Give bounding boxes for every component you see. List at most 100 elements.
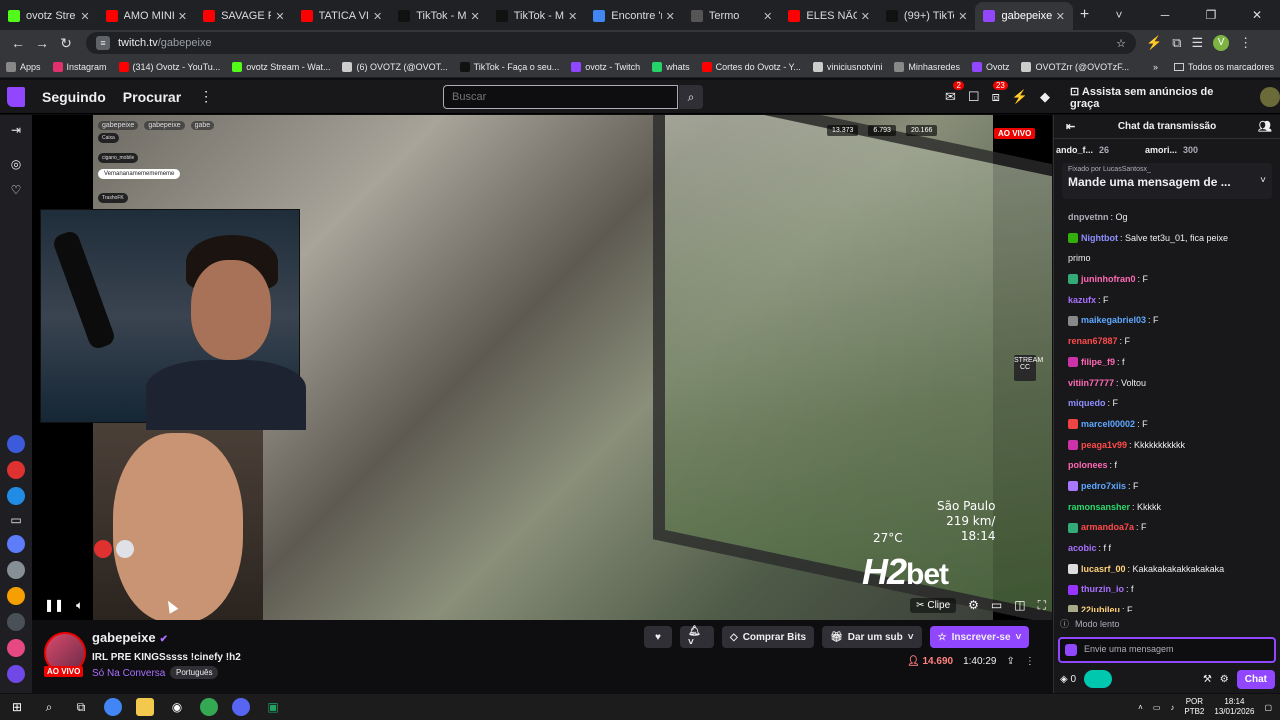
obs-icon[interactable]: ◉	[168, 698, 186, 716]
leaderboard[interactable]: ando_f... 26 amori... 300	[1054, 139, 1280, 161]
share-icon[interactable]: ⇪	[1006, 656, 1014, 667]
volume-icon[interactable]: 🔈︎	[76, 598, 83, 613]
followed-channel-avatar[interactable]	[7, 435, 25, 453]
subscribe-button[interactable]: ☆ Inscrever-se ˅	[929, 626, 1030, 648]
chat-message[interactable]: pedro7xiis: F	[1068, 476, 1275, 497]
bookmark-item[interactable]: (6) OVOTZ (@OVOT...	[342, 61, 448, 72]
close-icon[interactable]: ✕	[861, 10, 870, 23]
stream-category[interactable]: Só Na Conversa	[92, 668, 165, 679]
chrome-icon[interactable]	[200, 698, 218, 716]
excel-icon[interactable]: ▣	[264, 698, 282, 716]
volume-icon[interactable]: ♪	[1170, 703, 1174, 712]
bookmark-item[interactable]: whats	[652, 61, 690, 72]
chat-message[interactable]: filipe_f9: f	[1068, 352, 1275, 373]
collapse-chat-icon[interactable]: ⇤	[1066, 120, 1075, 133]
chat-username[interactable]: armandoa7a	[1081, 517, 1134, 538]
bookmark-item[interactable]: TikTok - Faça o seu...	[459, 61, 559, 72]
close-icon[interactable]: ✕	[373, 10, 382, 23]
channel-points-icon[interactable]: ◈ 0	[1060, 674, 1076, 685]
chrome-icon[interactable]	[104, 698, 122, 716]
windows-start-icon[interactable]: ⊞	[8, 698, 26, 716]
chat-username[interactable]: polonees	[1068, 455, 1108, 476]
bookmark-item[interactable]: OVOTZrr (@OVOTzF...	[1021, 61, 1129, 72]
close-icon[interactable]: ✕	[568, 10, 577, 23]
extension-icon[interactable]: ⚡	[1012, 89, 1028, 105]
chat-message[interactable]: renan67887: F	[1068, 331, 1275, 352]
browser-tab[interactable]: TikTok - Make✕	[488, 2, 586, 30]
mod-icon[interactable]: ⚒	[1203, 674, 1212, 685]
browser-tab[interactable]: Encontre 'rapa ✕	[585, 2, 683, 30]
recommended-icon[interactable]: ◎	[8, 157, 24, 173]
followed-heart-icon[interactable]: ♡	[8, 183, 24, 199]
browser-tab[interactable]: TikTok - Make✕	[390, 2, 488, 30]
followed-channel-avatar[interactable]	[7, 535, 25, 553]
emote-picker-icon[interactable]	[1065, 644, 1077, 656]
chat-username[interactable]: pedro7xiis	[1081, 476, 1126, 497]
captions-button[interactable]: STREAM CC	[1014, 355, 1043, 381]
gift-sub-button[interactable]: 🎁︎ Dar um sub ˅	[822, 626, 922, 648]
bookmark-item[interactable]: Apps	[6, 61, 41, 72]
address-bar[interactable]: ≡ twitch.tv/gabepeixe ☆	[86, 32, 1136, 54]
close-icon[interactable]: ✕	[763, 10, 772, 23]
chat-message[interactable]: vitiin77777: Voltou	[1068, 373, 1275, 394]
inbox-icon[interactable]: ✉ 2	[945, 81, 964, 105]
search-input[interactable]	[443, 85, 678, 109]
file-explorer-icon[interactable]	[136, 698, 154, 716]
site-info-icon[interactable]: ≡	[96, 36, 110, 50]
network-icon[interactable]: ▭	[1153, 703, 1161, 712]
bookmark-item[interactable]: Cortes do Ovotz - Y...	[701, 61, 801, 72]
browser-tab[interactable]: ovotz Stream ✕	[0, 2, 98, 30]
clock[interactable]: 18:14 13/01/2026	[1214, 697, 1254, 717]
chat-message[interactable]: kazufx: F	[1068, 290, 1275, 311]
video-player[interactable]: gabepeixe gabepeixe gabe Caixa cigano_mo…	[32, 115, 1052, 620]
pinned-message[interactable]: Fixado por LucasSantosx_ Mande uma mensa…	[1062, 163, 1272, 199]
profile-avatar[interactable]: V	[1213, 35, 1230, 51]
followed-channel-avatar[interactable]	[7, 461, 25, 479]
chat-username[interactable]: acobic	[1068, 538, 1097, 559]
twitch-logo-icon[interactable]	[7, 86, 25, 107]
pip-icon[interactable]: ◫	[1014, 598, 1025, 612]
chat-message[interactable]: juninhofran0: F	[1068, 269, 1275, 290]
chat-username[interactable]: Nightbot	[1081, 228, 1118, 249]
notifications-icon[interactable]: ⧈ 23	[992, 81, 1008, 105]
all-bookmarks[interactable]: Todos os marcadores	[1188, 62, 1274, 72]
nav-browse[interactable]: Procurar	[123, 89, 181, 105]
notification-center-icon[interactable]: ▢	[1264, 703, 1272, 712]
chat-username[interactable]: thurzin_io	[1081, 579, 1124, 600]
browser-tab[interactable]: SAVAGE FORÇ✕	[195, 2, 293, 30]
bookmark-item[interactable]: viniciusnotvini	[812, 61, 882, 72]
chat-message[interactable]: marcel00002: F	[1068, 414, 1275, 435]
browser-tab[interactable]: (99+) TikTok - I ✕	[878, 2, 976, 30]
bookmarks-overflow[interactable]: »	[1153, 62, 1158, 72]
chat-username[interactable]: marcel00002	[1081, 414, 1135, 435]
more-icon[interactable]: ⋮	[199, 88, 213, 105]
chat-username[interactable]: renan67887	[1068, 331, 1118, 352]
close-icon[interactable]: ✕	[80, 10, 89, 23]
bookmark-item[interactable]: (314) Ovotz - YouTu...	[118, 61, 220, 72]
bookmark-star-icon[interactable]: ☆	[1116, 37, 1126, 50]
buy-bits-button[interactable]: ◇ Comprar Bits	[722, 626, 815, 648]
close-icon[interactable]: ✕	[275, 10, 284, 23]
forward-icon[interactable]: →	[30, 35, 54, 51]
followed-channel-avatar[interactable]	[7, 665, 25, 683]
chat-message[interactable]: maikegabriel03: F	[1068, 310, 1275, 331]
bookmark-item[interactable]: ovotz - Twitch	[571, 61, 640, 72]
browser-tab[interactable]: Termo ✕	[683, 2, 781, 30]
language-tag[interactable]: Português	[170, 666, 219, 679]
input-language[interactable]: POR PTB2	[1184, 697, 1204, 717]
chat-username[interactable]: miquedo	[1068, 393, 1106, 414]
channel-name[interactable]: gabepeixe ✔	[92, 630, 168, 645]
settings-icon[interactable]: ⚙	[968, 598, 979, 612]
new-tab-button[interactable]: +	[1073, 6, 1096, 24]
followed-channel-avatar[interactable]	[7, 639, 25, 657]
follow-heart-button[interactable]: ♥	[644, 626, 672, 648]
search-icon[interactable]: ⌕	[679, 85, 703, 109]
chevron-down-icon[interactable]: ˅	[1260, 175, 1266, 186]
chat-message[interactable]: ramonsansher: Kkkkk	[1068, 497, 1275, 518]
chat-message[interactable]: lucasrf_00: Kakakakakakkakakaka	[1068, 559, 1275, 580]
chat-username[interactable]: 22jubileu	[1081, 600, 1120, 612]
points-claim-button[interactable]	[1084, 670, 1113, 688]
close-icon[interactable]: ✕	[471, 10, 480, 23]
minimize-icon[interactable]: ─	[1142, 8, 1188, 22]
close-icon[interactable]: ✕	[958, 10, 967, 23]
